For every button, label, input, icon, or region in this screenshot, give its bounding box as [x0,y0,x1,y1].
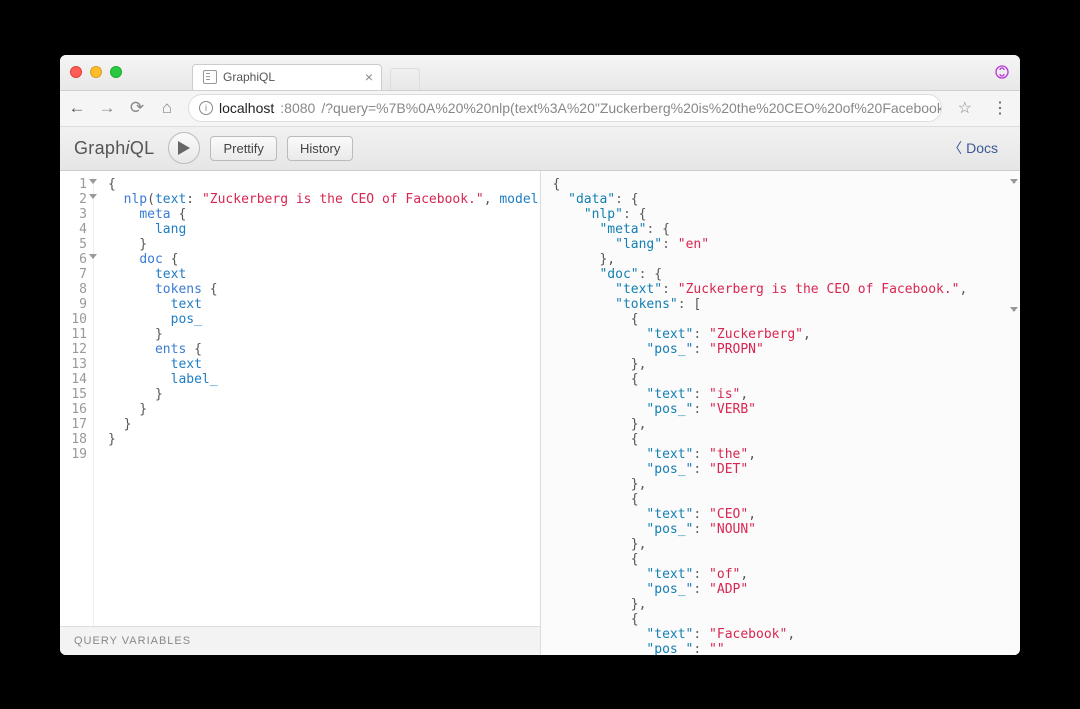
forward-button[interactable]: → [98,98,116,118]
response-source: { "data": { "nlp": { "meta": { "lang": "… [541,177,968,655]
url-host: localhost [219,100,274,116]
graphiql-logo: GraphiQL [74,138,154,159]
docs-button[interactable]: 〈 Docs [940,134,1006,162]
editor-area: 12345678910111213141516171819 { nlp(text… [60,171,1020,655]
close-window-button[interactable] [70,66,82,78]
address-input[interactable]: i localhost :8080 /?query=%7B%0A%20%20nlp(… [188,94,942,122]
response-pane: { "data": { "nlp": { "meta": { "lang": "… [541,171,1021,655]
line-gutter: 12345678910111213141516171819 [60,177,94,626]
reload-button[interactable]: ⟳ [128,98,146,118]
tab-title: GraphiQL [223,70,275,84]
url-port: :8080 [280,100,315,116]
graphiql-toolbar: GraphiQL Prettify History 〈 Docs [60,127,1020,171]
query-source[interactable]: { nlp(text: "Zuckerberg is the CEO of Fa… [94,177,540,626]
back-button[interactable]: ← [68,98,86,118]
tab-strip: GraphiQL × [192,55,420,90]
scroll-indicator-icon [1010,179,1018,184]
history-button[interactable]: History [287,136,353,161]
extension-icon[interactable] [994,64,1010,80]
minimize-window-button[interactable] [90,66,102,78]
query-editor[interactable]: 12345678910111213141516171819 { nlp(text… [60,171,541,655]
browser-tab[interactable]: GraphiQL × [192,64,382,90]
execute-button[interactable] [168,132,200,164]
maximize-window-button[interactable] [110,66,122,78]
browser-window: GraphiQL × ← → ⟳ ⌂ i localhost :8080 /?que… [60,55,1020,655]
docs-label: Docs [966,140,998,156]
query-variables-header[interactable]: Query Variables [60,626,540,655]
url-path: /?query=%7B%0A%20%20nlp(text%3A%20"Zucke… [321,100,941,116]
scroll-indicator-icon [1010,307,1018,312]
page-icon [203,70,217,84]
home-button[interactable]: ⌂ [158,98,176,118]
window-titlebar: GraphiQL × [60,55,1020,91]
site-info-icon[interactable]: i [199,101,213,115]
chevron-left-icon: 〈 [948,138,962,158]
traffic-lights [70,66,122,78]
menu-icon[interactable]: ⋮ [992,98,1008,118]
close-tab-icon[interactable]: × [365,69,373,85]
bookmark-icon[interactable]: ☆ [958,98,972,118]
prettify-button[interactable]: Prettify [210,136,276,161]
new-tab-button[interactable] [390,68,420,90]
url-bar: ← → ⟳ ⌂ i localhost :8080 /?query=%7B%0A%2… [60,91,1020,127]
